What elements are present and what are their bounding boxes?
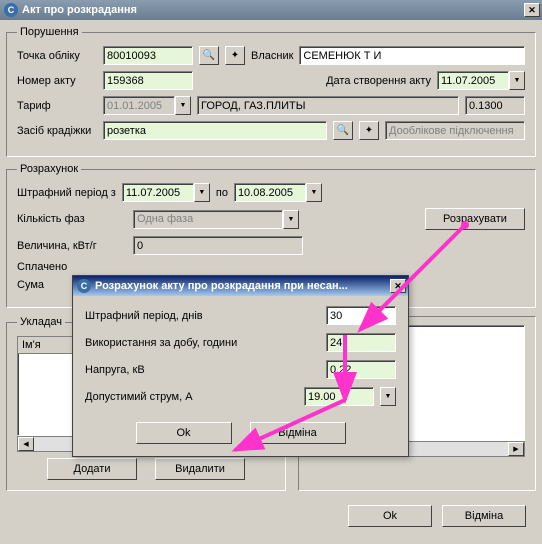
days-label: Штрафний період, днів: [85, 310, 326, 322]
act-date-label: Дата створення акту: [326, 75, 431, 87]
legend-signer: Укладач: [17, 316, 65, 328]
current-input[interactable]: [304, 387, 374, 406]
period-label: Штрафний період з: [17, 187, 116, 199]
account-label: Точка обліку: [17, 50, 97, 62]
app-icon: C: [4, 3, 18, 17]
voltage-input[interactable]: [326, 360, 396, 379]
chevron-down-icon[interactable]: ▼: [380, 387, 396, 406]
scroll-left-icon[interactable]: ◀: [18, 437, 34, 451]
usage-label: Використання за добу, години: [85, 337, 326, 349]
current-label: Допустимий струм, А: [85, 391, 304, 403]
owner-label: Власник: [251, 50, 293, 62]
period-to-input[interactable]: [234, 183, 306, 202]
calc-dialog: C Розрахунок акту про розкрадання при не…: [72, 275, 409, 457]
tariff-name: [197, 96, 459, 115]
dialog-titlebar: C Розрахунок акту про розкрадання при не…: [73, 276, 408, 296]
days-input: [326, 306, 396, 325]
add-button[interactable]: Додати: [47, 458, 137, 480]
theft-label: Засіб крадіжки: [17, 125, 97, 137]
clear-icon[interactable]: ✦: [225, 46, 245, 65]
chevron-down-icon[interactable]: ▼: [194, 183, 210, 202]
chevron-down-icon[interactable]: ▼: [306, 183, 322, 202]
magnitude-input: [133, 236, 303, 255]
close-icon[interactable]: ✕: [390, 279, 406, 293]
period-to-label: по: [216, 187, 228, 199]
cancel-button[interactable]: Відміна: [442, 505, 526, 527]
chevron-down-icon[interactable]: ▼: [283, 210, 299, 229]
period-from-input[interactable]: [122, 183, 194, 202]
delete-button[interactable]: Видалити: [155, 458, 245, 480]
account-input[interactable]: [103, 46, 193, 65]
group-violation: Порушення Точка обліку 🔍 ✦ Власник Номер…: [6, 26, 536, 157]
tariff-date-input: [103, 96, 175, 115]
owner-input[interactable]: [299, 46, 525, 65]
phase-label: Кількість фаз: [17, 213, 127, 225]
ok-button[interactable]: Ok: [348, 505, 432, 527]
act-date-input[interactable]: [437, 71, 509, 90]
dialog-title: Розрахунок акту про розкрадання при неса…: [95, 280, 348, 292]
chevron-down-icon[interactable]: ▼: [509, 71, 525, 90]
clear-icon[interactable]: ✦: [359, 121, 379, 140]
usage-input[interactable]: [326, 333, 396, 352]
preacct-input: [385, 121, 525, 140]
act-no-input[interactable]: [103, 71, 193, 90]
chevron-down-icon[interactable]: ▼: [175, 96, 191, 115]
magnitude-label: Величина, кВт/г: [17, 240, 127, 252]
search-icon[interactable]: 🔍: [333, 121, 353, 140]
tariff-rate: [465, 96, 525, 115]
scroll-right-icon[interactable]: ▶: [508, 442, 524, 456]
dialog-cancel-button[interactable]: Відміна: [250, 422, 346, 444]
tariff-label: Тариф: [17, 100, 97, 112]
close-icon[interactable]: ✕: [524, 3, 540, 17]
window-title: Акт про розкрадання: [22, 4, 137, 16]
app-icon: C: [77, 279, 91, 293]
search-icon[interactable]: 🔍: [199, 46, 219, 65]
paid-label: Сплачено: [17, 261, 127, 273]
legend-calc: Розрахунок: [17, 163, 81, 175]
act-no-label: Номер акту: [17, 75, 97, 87]
theft-input[interactable]: [103, 121, 327, 140]
dialog-ok-button[interactable]: Ok: [136, 422, 232, 444]
calculate-button[interactable]: Розрахувати: [425, 208, 525, 230]
phase-input: [133, 210, 283, 229]
legend-violation: Порушення: [17, 26, 82, 38]
voltage-label: Напруга, кВ: [85, 364, 326, 376]
main-titlebar: C Акт про розкрадання ✕: [0, 0, 542, 20]
